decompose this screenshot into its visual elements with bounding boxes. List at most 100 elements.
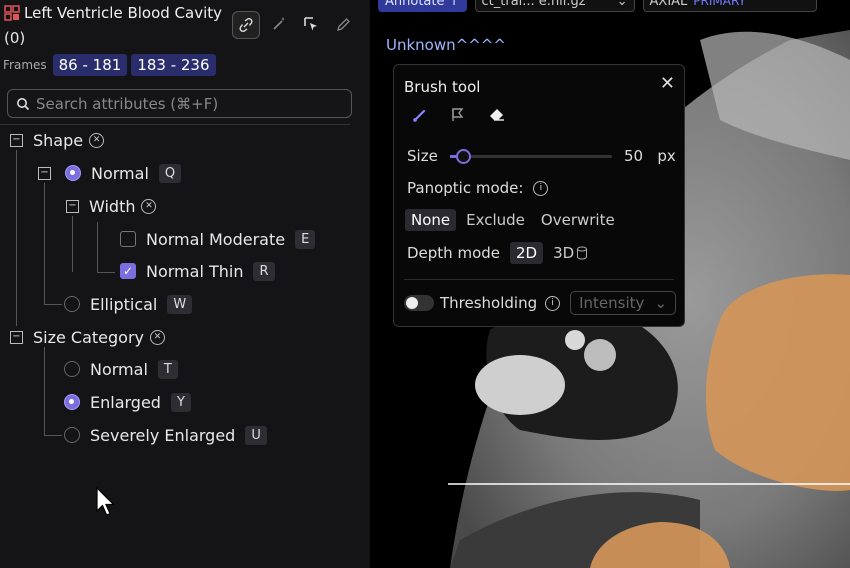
depth-option-3d[interactable]: 3D — [547, 242, 576, 264]
link-button[interactable] — [232, 11, 260, 39]
brush-tool-modes — [412, 107, 506, 123]
viewer-toolbar: Annotate ↑ ct_trai... e.nii.gz ⌄ AXIAL P… — [378, 0, 817, 12]
hotkey-badge: W — [167, 294, 193, 314]
tree-row-width[interactable]: − Width ✕ — [66, 193, 157, 219]
depth-option-2d[interactable]: 2D — [510, 242, 544, 264]
frame-range-chip[interactable]: 86 - 181 — [52, 54, 128, 76]
tree-line — [72, 216, 73, 272]
brush-icon[interactable] — [412, 107, 428, 123]
size-row: Size — [407, 147, 438, 165]
hotkey-badge: U — [245, 425, 267, 445]
close-icon[interactable]: ✕ — [660, 73, 675, 94]
clear-icon[interactable]: ✕ — [141, 198, 157, 214]
tree-row-size-normal[interactable]: Normal T — [64, 356, 178, 382]
frames-label: Frames — [3, 58, 47, 72]
tree-row-size-category[interactable]: − Size Category ✕ — [10, 324, 166, 350]
tree-row-enlarged[interactable]: Enlarged Y — [64, 389, 191, 415]
hotkey-badge: T — [157, 359, 178, 379]
series-label: Unknown^^^^ — [386, 36, 506, 54]
option-label: Severely Enlarged — [90, 425, 236, 445]
select-region-button[interactable] — [298, 11, 324, 37]
radio[interactable] — [64, 427, 80, 443]
depth-row: Depth mode 2D 3D — [407, 242, 588, 264]
hotkey-badge: R — [253, 261, 275, 281]
frame-range-chip[interactable]: 183 - 236 — [131, 54, 216, 76]
tree-row-elliptical[interactable]: Elliptical W — [64, 291, 193, 317]
search-attributes-input[interactable]: Search attributes (⌘+F) — [7, 89, 352, 118]
tree-row-severely-enlarged[interactable]: Severely Enlarged U — [64, 422, 267, 448]
panoptic-option-none[interactable]: None — [405, 209, 457, 231]
tree-row-shape[interactable]: − Shape ✕ — [10, 127, 105, 153]
slider-handle[interactable] — [456, 149, 471, 164]
option-label: Normal Moderate — [146, 229, 286, 249]
size-number: 50 — [624, 147, 644, 165]
attribute-label: Shape — [33, 130, 84, 150]
frames-row: Frames 86 - 181 183 - 236 — [3, 54, 220, 76]
view-name: AXIAL — [649, 0, 688, 9]
mouse-cursor-icon — [96, 487, 115, 516]
tree-line — [97, 272, 115, 273]
collapse-icon[interactable]: − — [38, 166, 51, 180]
option-label: Normal — [90, 359, 148, 379]
eraser-icon[interactable] — [488, 107, 506, 123]
hotkey-badge: Y — [170, 392, 191, 412]
panoptic-options: None Exclude Overwrite — [405, 209, 625, 231]
checkbox[interactable] — [120, 231, 136, 247]
tree-row-normal[interactable]: − Normal Q — [38, 160, 182, 186]
object-count: (0) — [4, 29, 26, 47]
search-placeholder: Search attributes (⌘+F) — [36, 94, 219, 113]
search-icon — [17, 97, 30, 110]
info-icon[interactable]: i — [533, 180, 549, 196]
clear-icon[interactable]: ✕ — [89, 132, 105, 148]
cylinder-icon — [577, 246, 588, 260]
thresholding-row: Thresholding i Intensity ⌄ — [404, 291, 677, 315]
tree-line — [44, 304, 62, 305]
tree-row-normal-thin[interactable]: ✓ Normal Thin R — [120, 258, 275, 284]
brush-tool-panel: Brush tool ✕ Size 50 px Panoptic mode: i… — [393, 64, 685, 327]
magic-wand-button[interactable] — [266, 11, 292, 37]
option-label: Elliptical — [90, 294, 158, 314]
chevron-down-icon: ⌄ — [654, 294, 668, 312]
lasso-icon[interactable] — [450, 107, 466, 123]
option-label: Normal — [91, 163, 149, 183]
size-value: 50 px — [624, 147, 676, 165]
panoptic-option-overwrite[interactable]: Overwrite — [535, 209, 621, 231]
collapse-icon[interactable]: − — [10, 330, 23, 344]
thresholding-label: Thresholding — [440, 294, 538, 312]
info-icon[interactable]: i — [545, 295, 561, 311]
radio[interactable] — [64, 296, 80, 312]
tree-line — [44, 347, 45, 435]
option-label: Enlarged — [90, 392, 161, 412]
collapse-icon[interactable]: − — [66, 199, 79, 213]
radio[interactable] — [64, 361, 80, 377]
tree-line — [44, 435, 62, 436]
thresholding-toggle[interactable] — [404, 295, 434, 311]
depth-label: Depth mode — [407, 244, 500, 262]
annotate-button[interactable]: Annotate ↑ — [378, 0, 467, 12]
attributes-panel: Left Ventricle Blood Cavity (0) Frames 8… — [0, 0, 370, 568]
size-unit: px — [657, 147, 676, 165]
magic-wand-icon — [273, 17, 285, 30]
object-title: Left Ventricle Blood Cavity — [24, 4, 223, 22]
panoptic-label: Panoptic mode: — [407, 179, 524, 197]
link-icon — [239, 18, 253, 32]
panoptic-option-exclude[interactable]: Exclude — [460, 209, 531, 231]
collapse-icon[interactable]: − — [10, 133, 23, 147]
attribute-label: Size Category — [33, 327, 145, 347]
radio-selected[interactable] — [64, 394, 80, 410]
intensity-label: Intensity — [579, 294, 645, 312]
tree-line — [97, 222, 98, 272]
file-select[interactable]: ct_trai... e.nii.gz ⌄ — [474, 0, 635, 12]
size-slider[interactable] — [450, 149, 612, 164]
pencil-icon — [336, 17, 350, 31]
hotkey-badge: E — [295, 229, 316, 249]
edit-button[interactable] — [330, 11, 356, 37]
tree-row-normal-moderate[interactable]: Normal Moderate E — [120, 226, 316, 252]
view-select[interactable]: AXIAL PRIMARY — [642, 0, 817, 12]
tree-line — [16, 150, 17, 326]
option-label: Normal Thin — [146, 261, 244, 281]
clear-icon[interactable]: ✕ — [150, 329, 166, 345]
checkbox-checked[interactable]: ✓ — [120, 263, 136, 279]
intensity-select[interactable]: Intensity ⌄ — [570, 291, 677, 315]
radio-selected[interactable] — [65, 165, 81, 181]
